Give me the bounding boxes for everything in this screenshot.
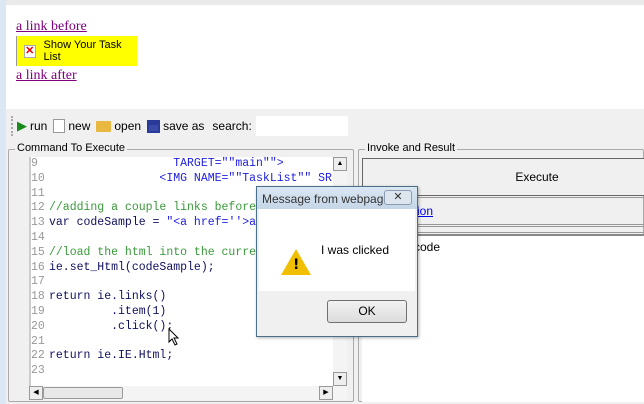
line-number: 17 xyxy=(31,275,45,289)
play-icon: ▶ xyxy=(17,118,27,133)
scroll-right-icon[interactable]: ▶ xyxy=(319,386,333,400)
message-dialog: Message from webpage ✕ ! I was clicked O… xyxy=(256,186,418,337)
code-token: "<a href=''>a l xyxy=(166,216,270,230)
new-file-icon xyxy=(53,119,66,133)
folder-icon xyxy=(96,120,112,132)
toolbar: ▶ run new open save as search: xyxy=(6,112,351,140)
code-token: //load the html into the current xyxy=(49,245,270,259)
line-number: 15 xyxy=(31,245,45,259)
code-token: ie.set_Html(codeSample); xyxy=(49,260,215,274)
save-as-button[interactable]: save as xyxy=(147,119,204,133)
code-token: return ie.links() xyxy=(49,290,167,304)
code-line: 22 return ie.IE.Html; xyxy=(31,349,347,364)
code-token: <IMG NAME=""TaskList"" SR xyxy=(49,171,332,185)
line-number: 12 xyxy=(31,201,45,215)
code-line: 10 <IMG NAME=""TaskList"" SR xyxy=(31,172,347,187)
code-line: 23 xyxy=(31,364,347,379)
dialog-body: ! I was clicked xyxy=(259,209,415,291)
line-number: 23 xyxy=(31,364,45,378)
invoke-panel-title: Invoke and Result xyxy=(365,142,458,154)
new-label: new xyxy=(68,119,91,133)
ok-button[interactable]: OK xyxy=(327,300,407,323)
line-number: 13 xyxy=(31,216,45,230)
open-label: open xyxy=(114,119,142,133)
line-number: 22 xyxy=(31,349,45,363)
scroll-thumb[interactable] xyxy=(43,387,123,399)
open-button[interactable]: open xyxy=(96,119,141,133)
run-label: run xyxy=(30,119,48,133)
code-token: .click(); xyxy=(49,319,174,333)
invoke-link[interactable]: ion xyxy=(417,204,433,218)
line-number: 18 xyxy=(31,290,45,304)
scroll-left-icon[interactable]: ◀ xyxy=(29,386,43,400)
warning-icon: ! xyxy=(281,249,311,275)
mouse-cursor-icon xyxy=(168,328,180,346)
scroll-down-icon[interactable]: ▼ xyxy=(333,372,347,386)
line-number: 16 xyxy=(31,260,45,274)
code-token: //adding a couple links before a xyxy=(49,201,270,215)
line-number: 10 xyxy=(31,171,45,185)
line-number: 20 xyxy=(31,319,45,333)
search-label: search: xyxy=(212,119,252,133)
link-after[interactable]: a link after xyxy=(16,68,77,84)
code-token: TARGET=""main""> xyxy=(49,157,284,170)
dialog-message: I was clicked xyxy=(321,243,390,257)
floppy-disk-icon xyxy=(147,119,161,133)
code-token: var codeSample = xyxy=(49,216,167,230)
toolbar-grip[interactable] xyxy=(11,116,13,136)
code-token: .item(1) xyxy=(49,304,167,318)
new-button[interactable]: new xyxy=(53,119,90,133)
line-number: 21 xyxy=(31,334,45,348)
close-icon[interactable]: ✕ xyxy=(384,190,412,205)
task-list-label: Show Your Task List xyxy=(43,39,122,63)
code-line: 9 TARGET=""main""> xyxy=(31,157,347,172)
webpage-preview: a link before ✕ Show Your Task List a li… xyxy=(6,5,644,109)
search-input[interactable] xyxy=(255,116,348,136)
task-list-button[interactable]: ✕ Show Your Task List xyxy=(16,36,137,66)
save-as-label: save as xyxy=(163,119,205,133)
line-number: 9 xyxy=(31,157,38,170)
link-before[interactable]: a link before xyxy=(16,19,87,35)
line-number: 11 xyxy=(31,186,45,200)
run-button[interactable]: ▶ run xyxy=(17,118,47,134)
line-number: 14 xyxy=(31,230,45,244)
command-panel-title: Command To Execute xyxy=(15,142,128,154)
horizontal-scrollbar[interactable]: ◀ ▶ xyxy=(29,386,347,400)
scroll-up-icon[interactable]: ▲ xyxy=(333,157,347,171)
line-number: 19 xyxy=(31,304,45,318)
broken-image-icon: ✕ xyxy=(24,44,36,58)
code-token: return ie.IE.Html; xyxy=(49,349,174,363)
